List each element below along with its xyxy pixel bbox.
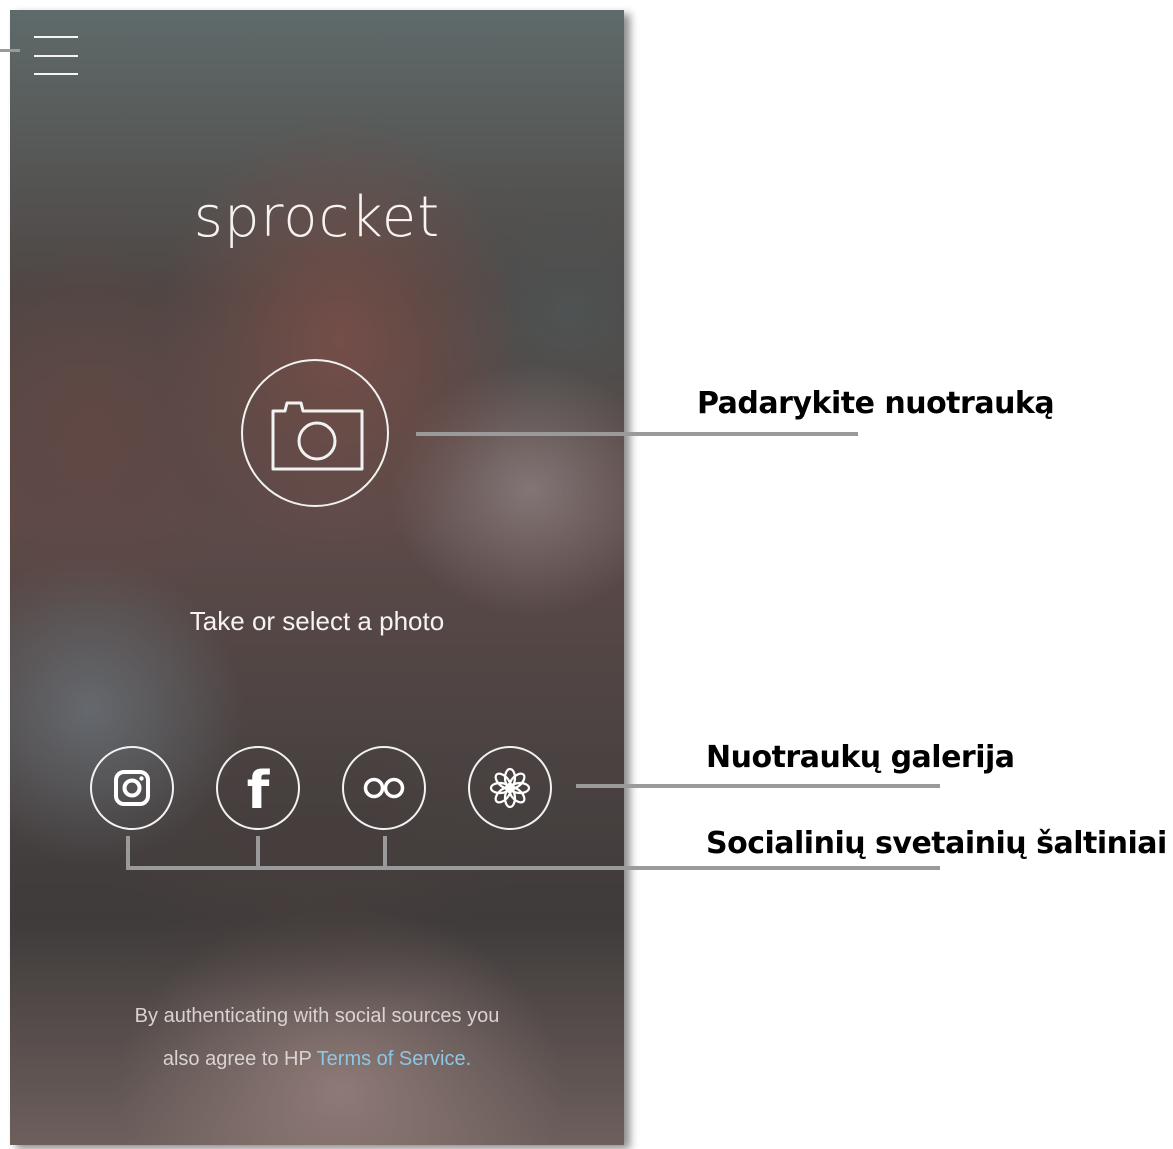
callout-line-take-photo — [416, 432, 858, 436]
legal-line-2-text: also agree to HP — [162, 1048, 317, 1070]
hamburger-menu-icon[interactable] — [34, 36, 78, 76]
flower-icon — [489, 767, 531, 809]
callout-tick-facebook — [256, 836, 260, 870]
photo-gallery-button[interactable] — [468, 746, 552, 830]
camera-button[interactable] — [241, 359, 389, 507]
terms-of-service-link[interactable]: Terms of Service. — [317, 1048, 471, 1070]
flickr-icon — [363, 777, 405, 799]
flickr-button[interactable] — [342, 746, 426, 830]
callout-label-take-photo: Padarykite nuotrauką — [697, 386, 1055, 421]
callout-line-gallery — [576, 784, 940, 788]
manual-illustration: sprocket Take or select a photo f By aut… — [0, 0, 1173, 1149]
callout-line-social — [126, 866, 940, 870]
callout-label-social: Socialinių svetainių šaltiniai — [706, 826, 1167, 861]
legal-notice: By authenticating with social sources yo… — [10, 995, 624, 1081]
instagram-icon — [114, 770, 150, 806]
callout-tick-flickr — [383, 836, 387, 870]
callout-label-gallery: Nuotraukų galerija — [706, 740, 1015, 775]
camera-icon — [271, 401, 364, 471]
phone-screen: sprocket Take or select a photo f By aut… — [10, 10, 624, 1145]
instagram-button[interactable] — [90, 746, 174, 830]
take-photo-prompt: Take or select a photo — [189, 606, 445, 636]
facebook-icon: f — [246, 761, 270, 821]
facebook-button[interactable]: f — [216, 746, 300, 830]
legal-line-1: By authenticating with social sources yo… — [134, 1005, 500, 1027]
legal-line-2: also agree to HP Terms of Service. — [10, 1038, 624, 1081]
callout-line-menu — [0, 49, 20, 52]
app-title: sprocket — [193, 185, 441, 250]
blurred-background — [10, 10, 624, 1145]
callout-tick-instagram — [126, 836, 130, 870]
